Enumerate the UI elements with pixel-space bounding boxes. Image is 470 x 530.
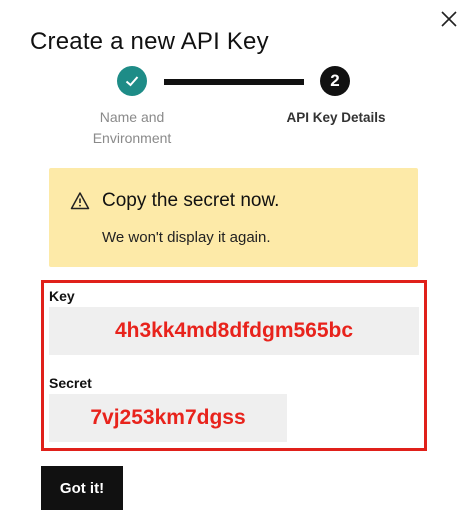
step-connector: [164, 79, 304, 85]
got-it-button[interactable]: Got it!: [41, 466, 123, 510]
close-button[interactable]: [438, 8, 460, 30]
secret-field[interactable]: 7vj253km7dgss: [49, 394, 287, 442]
stepper: 2 Name and Environment API Key Details: [0, 66, 470, 156]
key-value: 4h3kk4md8dfdgm565bc: [114, 319, 354, 342]
secret-value: 7vj253km7dgss: [90, 406, 246, 429]
step-2-label: API Key Details: [286, 110, 386, 125]
warning-title: Copy the secret now.: [102, 190, 280, 211]
warning-message: We won't display it again.: [102, 229, 271, 246]
warning-banner: Copy the secret now. We won't display it…: [49, 168, 418, 267]
step-1-completed-indicator: [117, 66, 147, 96]
key-field[interactable]: 4h3kk4md8dfdgm565bc: [49, 307, 419, 355]
checkmark-icon: [125, 76, 139, 87]
warning-triangle-icon: [70, 192, 90, 210]
secret-label: Secret: [49, 375, 92, 391]
step-2-indicator: 2: [320, 66, 350, 96]
step-1-label: Name and Environment: [92, 109, 172, 146]
dialog-title: Create a new API Key: [30, 28, 269, 55]
key-label: Key: [49, 288, 75, 304]
close-icon: [441, 11, 457, 27]
